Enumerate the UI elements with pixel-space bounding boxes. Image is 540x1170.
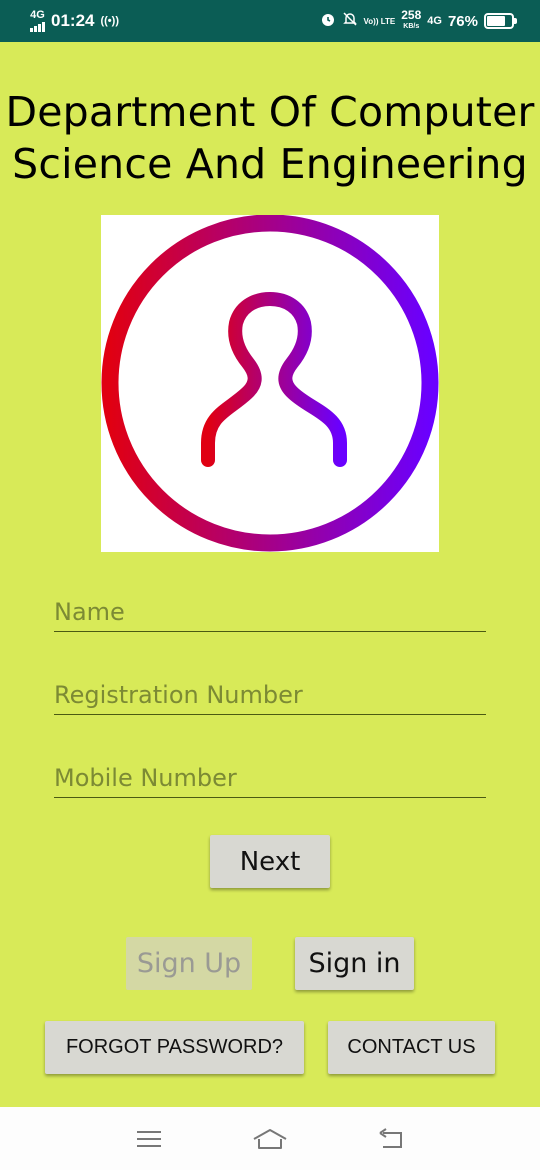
mute-notification-icon xyxy=(342,11,358,32)
sign-up-button[interactable]: Sign Up xyxy=(126,937,252,990)
name-input[interactable] xyxy=(54,592,486,632)
back-icon[interactable] xyxy=(377,1127,405,1150)
page-title: Department Of Computer Science And Engin… xyxy=(5,88,535,188)
network-type: 4G xyxy=(30,9,45,21)
volte-indicator: Vo)) LTE xyxy=(363,16,396,26)
mobile-number-input[interactable] xyxy=(54,758,486,798)
forgot-password-button[interactable]: FORGOT PASSWORD? xyxy=(45,1021,304,1074)
status-left: 4G 01:24 ((•)) xyxy=(30,10,119,32)
cell-signal: 4G xyxy=(30,10,45,32)
network-speed: 258 KB/s xyxy=(401,8,422,32)
alarm-icon xyxy=(320,11,336,32)
signal-icon xyxy=(30,20,45,32)
speed-value: 258 xyxy=(401,8,422,22)
registration-number-input[interactable] xyxy=(54,675,486,715)
sign-in-button[interactable]: Sign in xyxy=(295,937,414,990)
status-right: Vo)) LTE 258 KB/s 4G 76% xyxy=(320,8,517,32)
menu-icon[interactable] xyxy=(135,1129,163,1149)
clock: 01:24 xyxy=(51,11,95,30)
battery-percent: 76% xyxy=(447,12,478,30)
user-avatar-icon xyxy=(101,214,439,552)
system-nav-bar xyxy=(0,1107,540,1170)
battery-icon xyxy=(484,13,517,29)
status-bar: 4G 01:24 ((•)) Vo)) LTE 258 KB/s 4G 76% xyxy=(0,0,540,42)
next-button[interactable]: Next xyxy=(210,835,330,888)
contact-us-button[interactable]: CONTACT US xyxy=(328,1021,495,1074)
home-icon[interactable] xyxy=(252,1127,288,1151)
hotspot-icon: ((•)) xyxy=(100,15,119,27)
data-type: 4G xyxy=(427,15,442,27)
speed-unit: KB/s xyxy=(403,23,420,30)
user-logo xyxy=(101,214,439,552)
